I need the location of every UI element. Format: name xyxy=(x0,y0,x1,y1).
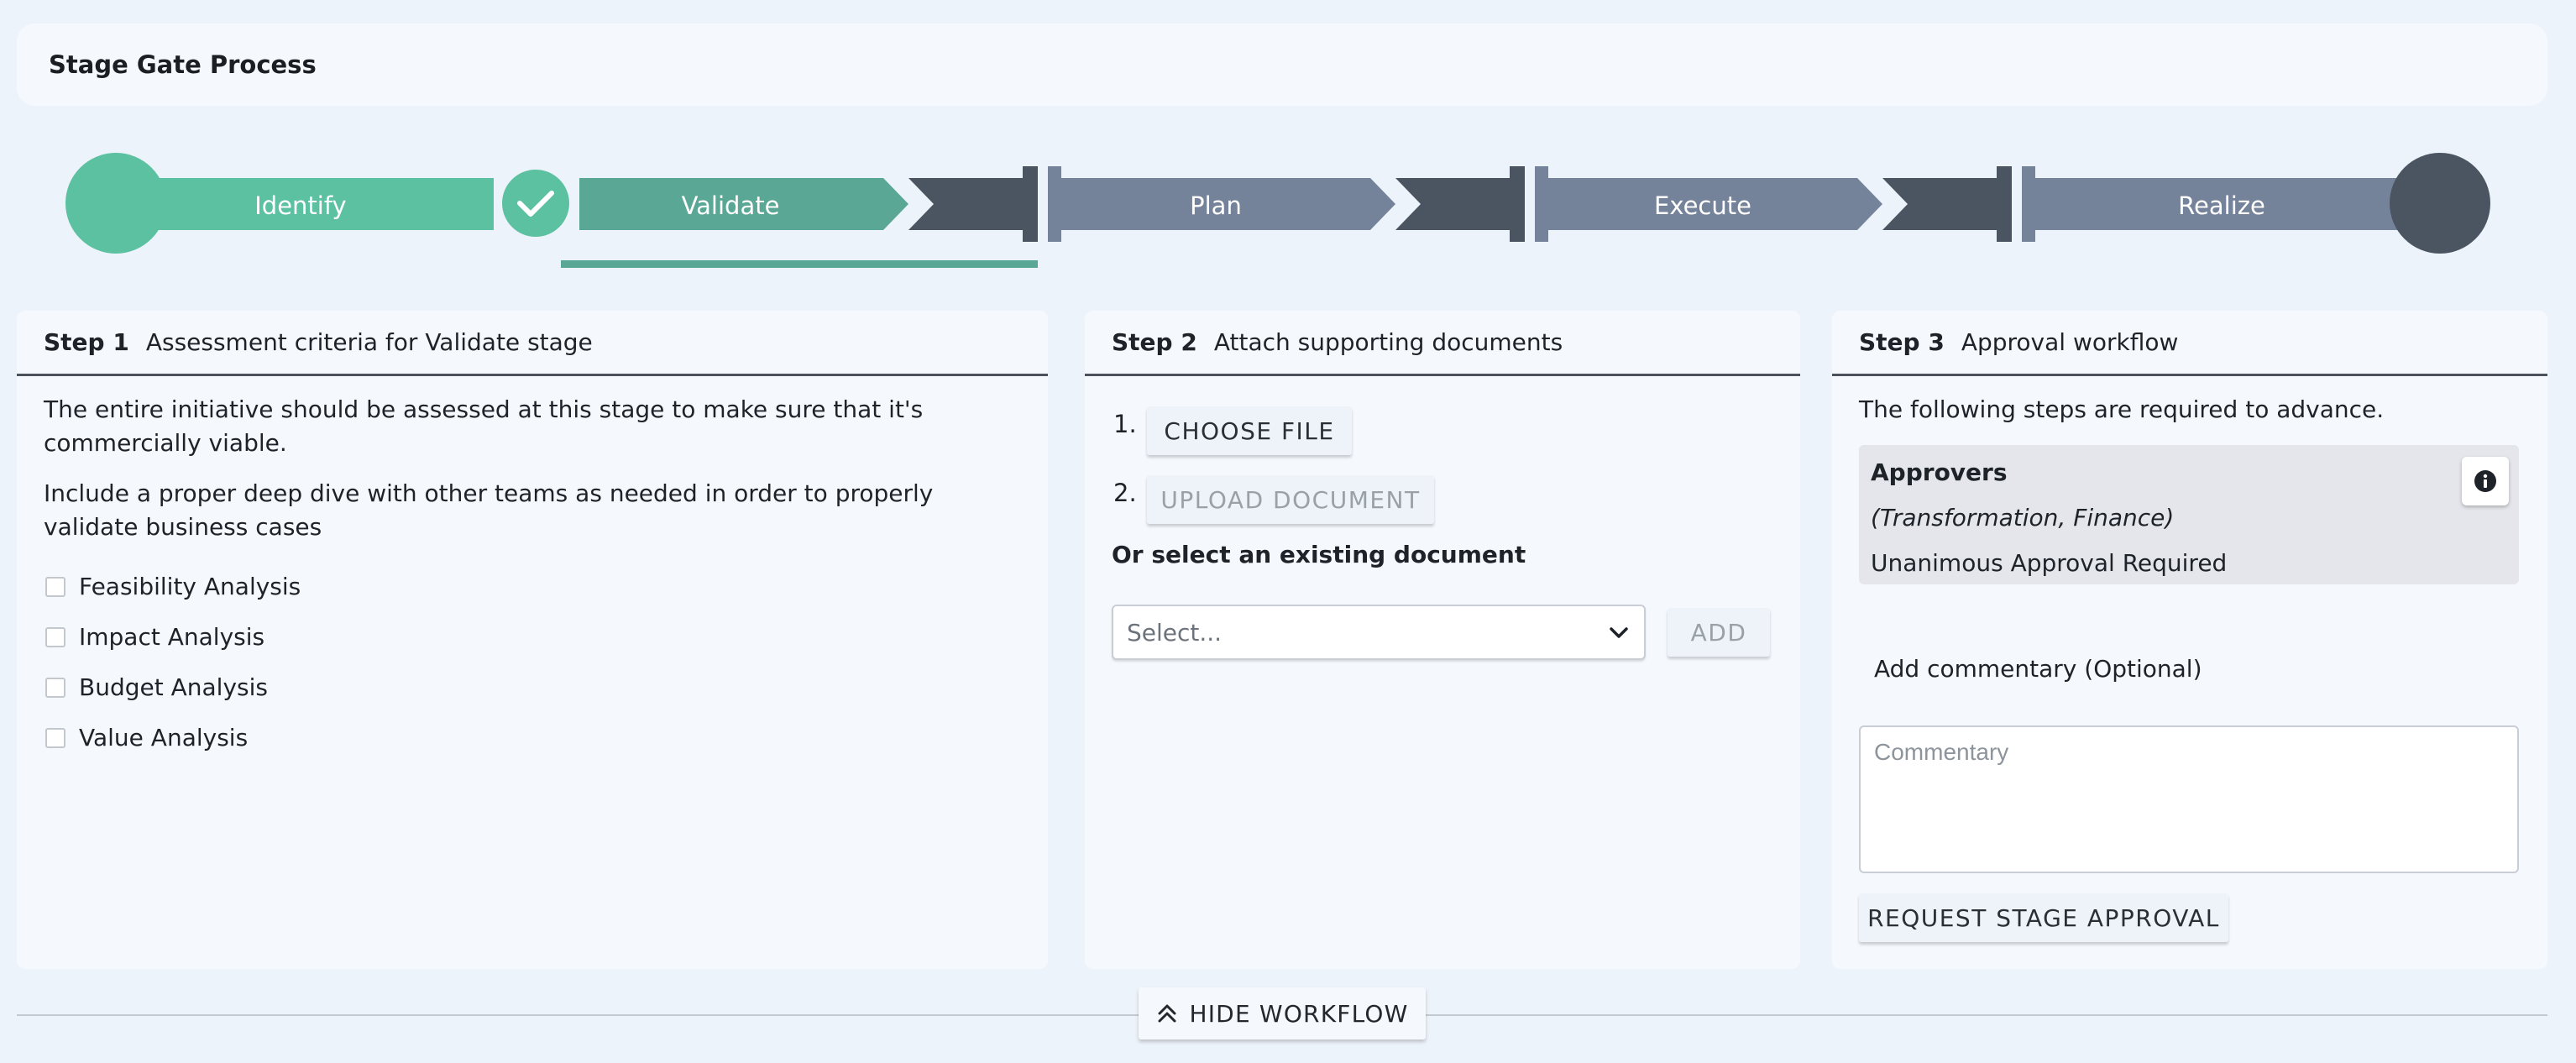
step2-panel: Step 2 Attach supporting documents 1. CH… xyxy=(1085,311,1800,969)
choose-file-button[interactable]: CHOOSE FILE xyxy=(1147,406,1352,455)
stage-label-plan[interactable]: Plan xyxy=(1073,186,1359,225)
approvers-title: Approvers xyxy=(1871,458,2008,486)
hide-workflow-button[interactable]: HIDE WORKFLOW xyxy=(1139,987,1426,1039)
add-document-button[interactable]: ADD xyxy=(1668,608,1770,657)
step-number-1: 1. xyxy=(1113,410,1137,438)
stage-end-circle xyxy=(2390,153,2490,254)
chevron-down-icon xyxy=(1610,627,1628,638)
checkbox[interactable] xyxy=(45,727,65,748)
double-chevron-up-icon xyxy=(1158,1004,1176,1023)
checklist-label: Budget Analysis xyxy=(79,673,268,701)
stage-progress-bar: Identify Validate Plan Execute Realize xyxy=(0,143,2576,277)
step1-panel: Step 1 Assessment criteria for Validate … xyxy=(17,311,1048,969)
gate-1 xyxy=(908,178,1023,230)
document-select[interactable]: Select... xyxy=(1112,605,1646,660)
current-stage-indicator xyxy=(561,260,1038,268)
stage-check-circle xyxy=(502,170,569,237)
checklist-label: Impact Analysis xyxy=(79,623,265,651)
step1-header: Step 1 Assessment criteria for Validate … xyxy=(17,311,1048,376)
step3-panel: Step 3 Approval workflow The following s… xyxy=(1832,311,2547,969)
gate-2 xyxy=(1395,178,1510,230)
info-button[interactable] xyxy=(2462,457,2509,505)
approval-rule: Unanimous Approval Required xyxy=(1871,549,2228,577)
step1-number: Step 1 xyxy=(44,328,129,356)
stage-label-execute[interactable]: Execute xyxy=(1560,186,1846,225)
checklist-item[interactable]: Impact Analysis xyxy=(45,623,264,651)
approvers-card: Approvers (Transformation, Finance) Unan… xyxy=(1859,445,2519,584)
checkbox[interactable] xyxy=(45,626,65,647)
select-placeholder: Select... xyxy=(1127,618,1223,647)
gate-3 xyxy=(1882,178,1997,230)
step3-intro: The following steps are required to adva… xyxy=(1859,395,2385,423)
stage-label-validate[interactable]: Validate xyxy=(588,186,873,225)
checklist-item[interactable]: Feasibility Analysis xyxy=(45,573,301,600)
approvers-groups: (Transformation, Finance) xyxy=(1871,504,2175,532)
page-title: Stage Gate Process xyxy=(49,50,317,79)
step-number-2: 2. xyxy=(1113,479,1137,507)
step1-paragraph-2: Include a proper deep dive with other te… xyxy=(44,479,934,541)
request-stage-approval-button[interactable]: REQUEST STAGE APPROVAL xyxy=(1859,893,2228,942)
step3-header: Step 3 Approval workflow xyxy=(1832,311,2547,376)
existing-document-label: Or select an existing document xyxy=(1112,541,1526,568)
stage-label-identify[interactable]: Identify xyxy=(158,186,443,225)
step2-title: Attach supporting documents xyxy=(1213,328,1563,356)
hide-workflow-label: HIDE WORKFLOW xyxy=(1189,999,1409,1028)
stage-label-realize[interactable]: Realize xyxy=(2079,186,2364,225)
checklist-item[interactable]: Budget Analysis xyxy=(45,673,268,701)
step3-number: Step 3 xyxy=(1859,328,1945,356)
checklist-label: Feasibility Analysis xyxy=(79,573,301,600)
checkbox[interactable] xyxy=(45,576,65,597)
info-icon xyxy=(2474,470,2496,492)
commentary-label: Add commentary (Optional) xyxy=(1874,655,2202,683)
checkbox[interactable] xyxy=(45,677,65,698)
step2-header: Step 2 Attach supporting documents xyxy=(1085,311,1800,376)
step1-title: Assessment criteria for Validate stage xyxy=(145,328,593,356)
upload-document-button[interactable]: UPLOAD DOCUMENT xyxy=(1147,475,1434,524)
header-card: Stage Gate Process xyxy=(17,24,2547,106)
commentary-input[interactable] xyxy=(1859,725,2519,873)
checklist-label: Value Analysis xyxy=(79,724,249,751)
step2-number: Step 2 xyxy=(1112,328,1197,356)
step1-paragraph-1: The entire initiative should be assessed… xyxy=(44,395,924,457)
checklist-item[interactable]: Value Analysis xyxy=(45,724,248,751)
step3-title: Approval workflow xyxy=(1961,328,2179,356)
